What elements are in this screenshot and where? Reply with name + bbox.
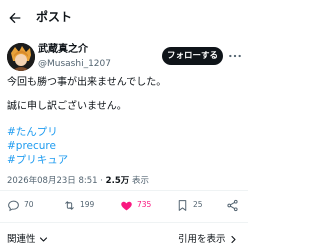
replies-footer: 関連性 引用を表示: [0, 230, 248, 251]
reply-icon: [8, 200, 19, 211]
views-label: 表示: [131, 176, 149, 186]
bookmark-count: 25: [193, 200, 203, 209]
heart-icon: [121, 201, 132, 210]
back-arrow-icon[interactable]: [7, 10, 23, 26]
repost-button[interactable]: 199: [63, 195, 94, 215]
avatar[interactable]: [7, 43, 35, 71]
more-options-icon[interactable]: [228, 51, 242, 61]
hashtag-link[interactable]: #precure: [7, 140, 56, 153]
repost-icon: [65, 200, 74, 210]
share-icon: [227, 199, 238, 211]
hashtag-link[interactable]: #たんプリ: [7, 126, 58, 139]
divider: [0, 222, 248, 223]
repost-count: 199: [80, 200, 95, 209]
reply-button[interactable]: 70: [7, 195, 34, 215]
post-text-line-1: 今回も勝つ事が出来ませんでした。: [7, 77, 167, 88]
meta-separator: ·: [100, 176, 103, 186]
reply-count: 70: [24, 200, 34, 209]
bookmark-icon: [178, 199, 187, 211]
view-quotes-label: 引用を表示: [178, 234, 226, 245]
share-button[interactable]: [226, 195, 239, 215]
page-title: ポスト: [36, 10, 73, 24]
post-meta: 2026年08月23日 8:51 · 2.5万 表示: [7, 175, 149, 187]
view-quotes-link[interactable]: 引用を表示: [178, 233, 238, 246]
post-timestamp[interactable]: 2026年08月23日 8:51: [7, 176, 98, 186]
like-count: 735: [137, 200, 152, 209]
post-text-line-2: 誠に申し訳ございません。: [7, 101, 127, 112]
views-count: 2.5万: [105, 176, 130, 186]
follow-button[interactable]: フォローする: [162, 47, 223, 65]
chevron-down-icon: [39, 237, 47, 242]
author-name[interactable]: 武蔵真之介: [38, 43, 88, 56]
like-button[interactable]: 735: [120, 195, 151, 215]
action-bar: 70 199 735 25: [0, 195, 248, 215]
divider: [0, 190, 248, 191]
hashtag-link[interactable]: #プリキュア: [7, 154, 68, 167]
top-bar: ポスト: [0, 0, 248, 36]
author-handle[interactable]: @Musashi_1207: [38, 58, 111, 70]
bookmark-button[interactable]: 25: [176, 195, 203, 215]
sort-dropdown[interactable]: 関連性: [7, 233, 48, 246]
sort-label: 関連性: [7, 234, 36, 245]
chevron-right-icon: [230, 235, 236, 244]
author-row: 武蔵真之介 @Musashi_1207 フォローする: [0, 40, 248, 74]
